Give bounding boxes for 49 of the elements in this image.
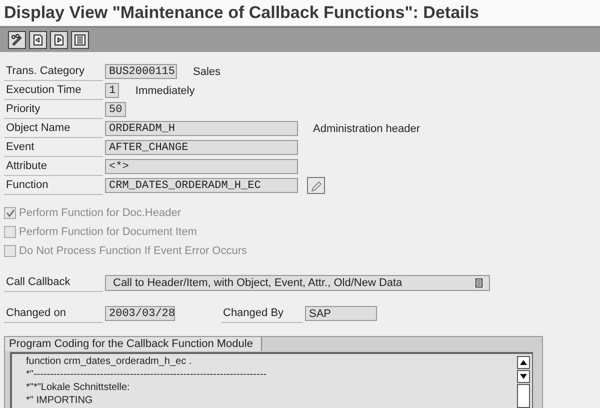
field-label: Execution Time: [4, 82, 103, 100]
input-field[interactable]: 50: [105, 102, 126, 117]
scroll-down-button[interactable]: [517, 370, 530, 383]
input-field[interactable]: <*>: [105, 159, 298, 174]
previous-entry-button[interactable]: [29, 31, 47, 49]
input-field[interactable]: SAP: [305, 306, 377, 321]
field-label: Changed on: [4, 304, 103, 322]
code-line: function crm_dates_orderadm_h_ec .: [26, 355, 193, 368]
field-description: Immediately: [135, 84, 195, 96]
input-field[interactable]: BUS2000115: [105, 64, 177, 79]
code-line: *"*"Lokale Schnittstelle:: [26, 381, 131, 394]
page-icon: [32, 34, 44, 46]
up-arrow-icon: [520, 360, 527, 365]
pencil-icon: [11, 34, 23, 46]
field-label: Priority: [4, 100, 103, 118]
scroll-thumb[interactable]: [517, 384, 530, 408]
field-label: Trans. Category: [4, 62, 103, 80]
checkbox-label: Perform Function for Doc.Header: [19, 207, 182, 219]
scroll-up-button[interactable]: [517, 356, 530, 369]
window-title: Display View "Maintenance of Callback Functions": Details: [0, 0, 600, 28]
input-field[interactable]: 1: [105, 83, 120, 98]
input-field[interactable]: ORDERADM_H: [105, 121, 298, 136]
checkbox-label: Do Not Process Function If Event Error Occurs: [19, 245, 248, 257]
field-label: Event: [4, 138, 103, 156]
checkbox-label: Perform Function for Document Item: [19, 226, 197, 238]
down-arrow-icon: [520, 374, 527, 379]
input-field[interactable]: CRM_DATES_ORDERADM_H_EC: [105, 178, 298, 193]
pencil-icon: [310, 180, 322, 192]
field-label: Changed By: [221, 304, 303, 322]
code-line: *"----------------------------------------------------------------------: [26, 368, 268, 381]
field-label: Call Callback: [4, 274, 103, 292]
list-button[interactable]: [71, 31, 89, 49]
input-field[interactable]: AFTER_CHANGE: [105, 140, 298, 155]
input-field[interactable]: 2003/03/28: [105, 306, 175, 321]
page-icon: [53, 34, 65, 46]
code-line: *" IMPORTING: [26, 394, 94, 407]
field-label: Object Name: [4, 120, 103, 138]
field-description: Sales: [193, 66, 221, 78]
panel-tab[interactable]: Program Coding for the Callback Function Module: [5, 337, 262, 351]
field-description: Administration header: [313, 122, 420, 134]
field-label: Attribute: [4, 158, 103, 176]
dropdown[interactable]: Call to Header/Item, with Object, Event, Attr., Old/New Data: [105, 274, 490, 290]
display-change-button[interactable]: [8, 31, 26, 49]
edit-button[interactable]: [307, 177, 325, 194]
code-editor[interactable]: function crm_dates_orderadm_h_ec . *"---------------------------------------------------------------------- *"*"Lokale Schnittstelle: *" IMPORTING: [10, 352, 533, 408]
field-label: Function: [4, 176, 103, 194]
next-entry-button[interactable]: [50, 31, 68, 49]
list-icon: [74, 34, 86, 46]
dropdown-icon: [475, 278, 483, 288]
